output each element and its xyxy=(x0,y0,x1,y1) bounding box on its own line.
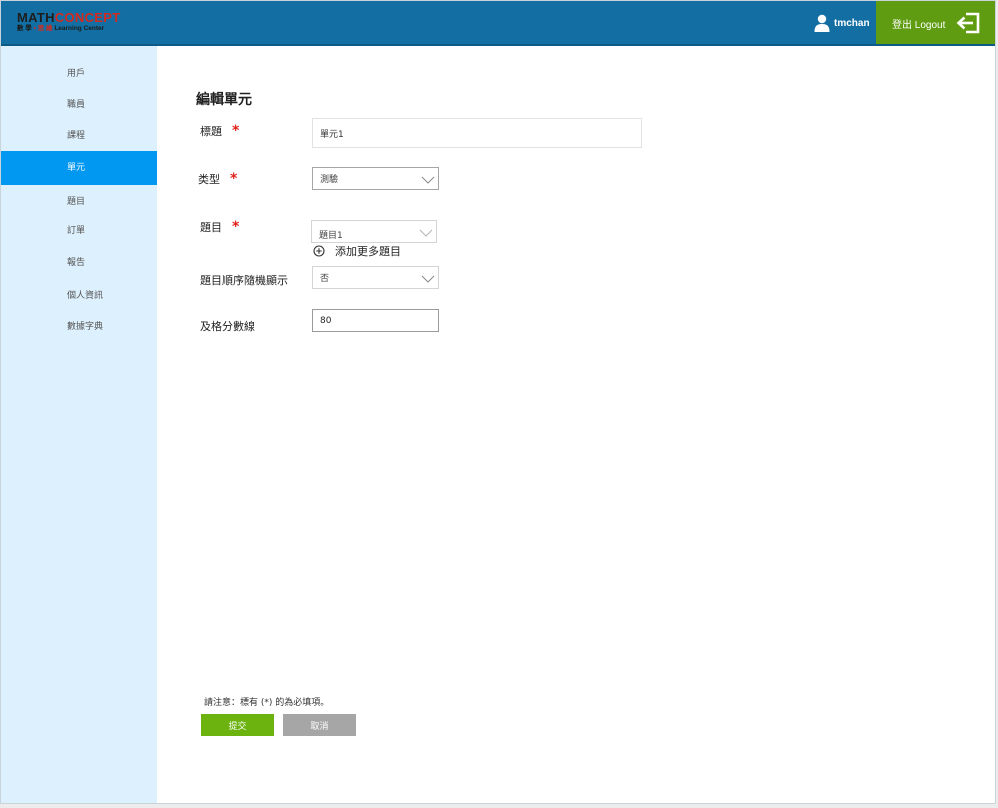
questions-label: 題目 * xyxy=(200,219,240,235)
sidebar-item-units[interactable]: 單元 xyxy=(1,151,157,185)
required-mark: * xyxy=(232,219,240,235)
chevron-down-icon xyxy=(419,229,433,237)
type-label: 类型 * xyxy=(198,171,238,187)
logo-chinese-text: 數 學 xyxy=(17,25,32,32)
add-more-questions-link[interactable]: 添加更多題目 xyxy=(313,243,401,259)
add-circle-icon xyxy=(313,245,325,257)
pass-score-label: 及格分數線 xyxy=(200,320,255,333)
chevron-down-icon xyxy=(421,176,435,184)
logo-concept-text: CONCEPT xyxy=(54,10,121,25)
question-select[interactable]: 題目1 xyxy=(311,220,437,243)
main-content: 編輯單元 標題 * 單元1 类型 * 測驗 題目 * 題目1 添加更多題目 題目… xyxy=(157,46,995,803)
required-fields-note: 請注意：標有 (*) 的為必填項。 xyxy=(204,698,330,708)
pass-score-input[interactable]: 80 xyxy=(312,309,439,332)
random-order-select[interactable]: 否 xyxy=(312,266,439,289)
logo-learning-center-text: Learning Center xyxy=(52,25,105,32)
sidebar-item-staff[interactable]: 職員 xyxy=(1,88,157,122)
brand-logo[interactable]: MATHCONCEPT 數 學 • 思 維 Learning Center xyxy=(17,11,127,35)
type-select[interactable]: 測驗 xyxy=(312,167,439,190)
title-label: 標題 * xyxy=(200,123,240,139)
title-input[interactable]: 單元1 xyxy=(312,118,642,148)
chevron-down-icon xyxy=(421,275,435,283)
submit-button[interactable]: 提交 xyxy=(201,714,274,736)
user-icon xyxy=(814,14,830,32)
logo-chinese-red-text: 思 維 xyxy=(37,25,53,32)
random-order-label: 題目順序隨機顯示 xyxy=(200,274,288,287)
logo-math-text: MATH xyxy=(17,10,55,25)
username: tmchan xyxy=(834,17,870,29)
cancel-button[interactable]: 取消 xyxy=(283,714,356,736)
required-mark: * xyxy=(232,123,240,139)
sidebar-item-orders[interactable]: 訂單 xyxy=(1,214,157,248)
sidebar-nav: 用戶 職員 課程 單元 題目 訂單 報告 個人資訊 數據字典 xyxy=(1,46,157,803)
top-header: MATHCONCEPT 數 學 • 思 維 Learning Center tm… xyxy=(1,1,995,46)
sidebar-item-profile[interactable]: 個人資訊 xyxy=(1,279,157,313)
required-mark: * xyxy=(230,171,238,187)
app-window: MATHCONCEPT 數 學 • 思 維 Learning Center tm… xyxy=(0,0,996,804)
sidebar-item-reports[interactable]: 報告 xyxy=(1,246,157,280)
page-title: 編輯單元 xyxy=(196,92,252,108)
logout-label: 登出 Logout xyxy=(892,20,946,31)
logout-button[interactable]: 登出 Logout xyxy=(876,1,995,44)
logout-icon xyxy=(956,12,980,34)
sidebar-item-users[interactable]: 用戶 xyxy=(1,57,157,91)
sidebar-item-data-dictionary[interactable]: 數據字典 xyxy=(1,310,157,344)
current-user[interactable]: tmchan xyxy=(814,13,870,33)
sidebar-item-courses[interactable]: 課程 xyxy=(1,119,157,153)
